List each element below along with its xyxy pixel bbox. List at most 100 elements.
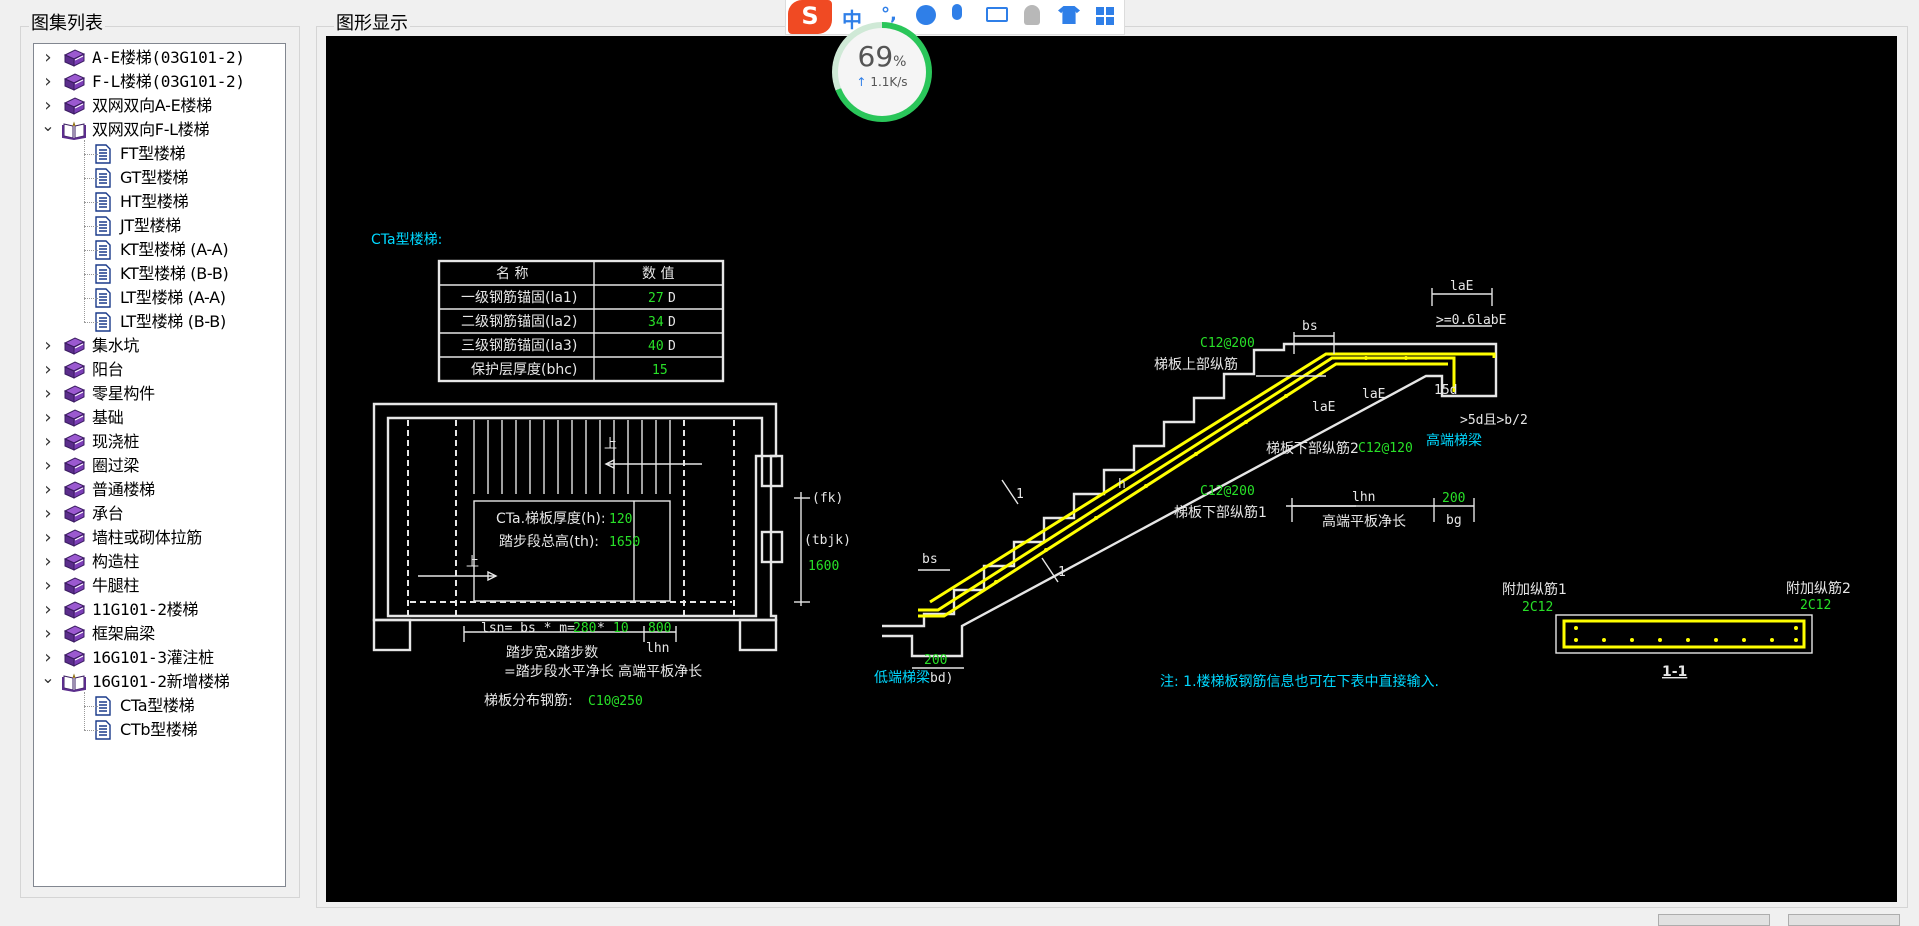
plan-m-value: 10: [613, 621, 629, 636]
tree-leaf[interactable]: JT型楼梯: [34, 214, 285, 238]
chevron-right-icon[interactable]: ›: [40, 409, 56, 427]
section-5d: >5d且>b/2: [1460, 413, 1528, 428]
tree-node[interactable]: › 基础: [34, 406, 285, 430]
dialog-button-2[interactable]: [1788, 914, 1900, 926]
ime-logo-icon[interactable]: S: [788, 0, 832, 34]
skin-icon[interactable]: [1058, 6, 1080, 24]
tree-connector: [84, 298, 98, 299]
chevron-right-icon[interactable]: ›: [40, 601, 56, 619]
tree-leaf[interactable]: KT型楼梯 (A-A): [34, 238, 285, 262]
chevron-right-icon[interactable]: ›: [40, 457, 56, 475]
chevron-right-icon[interactable]: ›: [40, 73, 56, 91]
stair-section-view: bs laE >=0.6labE C12@200 梯板上部纵筋 laE laE …: [874, 279, 1528, 686]
tree-item-label: 阳台: [92, 360, 124, 379]
chevron-right-icon[interactable]: ›: [40, 361, 56, 379]
chevron-right-icon[interactable]: ›: [40, 553, 56, 571]
tree-leaf[interactable]: FT型楼梯: [34, 142, 285, 166]
section-lae-1: laE: [1312, 400, 1335, 415]
tree-leaf[interactable]: LT型楼梯 (B-B): [34, 310, 285, 334]
chevron-right-icon[interactable]: ›: [40, 97, 56, 115]
chevron-right-icon[interactable]: ›: [40, 505, 56, 523]
tree-leaf[interactable]: LT型楼梯 (A-A): [34, 286, 285, 310]
detail-right-value: 2C12: [1800, 598, 1831, 613]
plan-note-1: 踏步宽x踏步数: [506, 644, 598, 661]
tree-item-label: 16G101-3灌注桩: [92, 648, 214, 667]
tree-node[interactable]: › 11G101-2楼梯: [34, 598, 285, 622]
user-icon[interactable]: [1024, 5, 1040, 25]
tree-leaf[interactable]: CTb型楼梯: [34, 718, 285, 742]
section-bottom2-value: C12@120: [1358, 441, 1413, 456]
section-high-beam: 高端梯梁: [1426, 432, 1482, 449]
section-lae-note: >=0.6labE: [1436, 313, 1506, 328]
plan-thickness-value: 120: [609, 512, 632, 527]
detail-left-label: 附加纵筋1: [1502, 581, 1567, 598]
tree-item-label: LT型楼梯 (A-A): [120, 288, 226, 307]
chevron-right-icon[interactable]: ›: [40, 49, 56, 67]
plan-dist-label: 梯板分布钢筋:: [484, 692, 573, 709]
chevron-down-icon[interactable]: ⌄: [40, 669, 56, 687]
chevron-right-icon[interactable]: ›: [40, 481, 56, 499]
table-row-value: 40: [648, 339, 664, 354]
tree-item-label: 零星构件: [92, 384, 155, 403]
svg-text:*: *: [597, 621, 605, 636]
keyboard-icon[interactable]: [986, 7, 1008, 22]
table-row-name: 保护层厚度(bhc): [471, 362, 577, 378]
drawing-title: CTa型楼梯:: [371, 232, 442, 248]
tree-node[interactable]: › 框架扁梁: [34, 622, 285, 646]
tree-node[interactable]: › 牛腿柱: [34, 574, 285, 598]
plan-note-2: =踏步段水平净长 高端平板净长: [504, 663, 702, 680]
tree-node[interactable]: › 双网双向A-E楼梯: [34, 94, 285, 118]
section-low-beam: 低端梯梁: [874, 670, 930, 686]
drawing-note: 注: 1.楼梯板钢筋信息也可在下表中直接输入.: [1160, 673, 1439, 690]
tree-node[interactable]: › 承台: [34, 502, 285, 526]
plan-height-value: 1650: [609, 535, 640, 550]
chevron-down-icon[interactable]: ⌄: [40, 117, 56, 135]
tree-node[interactable]: › 普通楼梯: [34, 478, 285, 502]
chevron-right-icon[interactable]: ›: [40, 577, 56, 595]
chevron-right-icon[interactable]: ›: [40, 529, 56, 547]
book-closed-icon: [62, 576, 86, 596]
tree-item-label: LT型楼梯 (B-B): [120, 312, 226, 331]
dialog-button-1[interactable]: [1658, 914, 1770, 926]
book-closed-icon: [62, 480, 86, 500]
drawing-panel-title: 图形显示: [334, 13, 410, 34]
microphone-icon[interactable]: [952, 4, 962, 20]
drawing-canvas[interactable]: .w{stroke:#e6e6e6;fill:none;stroke-width…: [326, 36, 1897, 902]
speed-rate: 1.1K/s: [870, 75, 908, 89]
tree-node[interactable]: › 圈过梁: [34, 454, 285, 478]
network-speed-widget[interactable]: 69% ↑ 1.1K/s: [832, 22, 932, 122]
chevron-right-icon[interactable]: ›: [40, 625, 56, 643]
tree-item-label: A-E楼梯(03G101-2): [92, 48, 245, 67]
tree-node[interactable]: › A-E楼梯(03G101-2): [34, 46, 285, 70]
section-lae-2: laE: [1362, 387, 1385, 402]
chevron-right-icon[interactable]: ›: [40, 385, 56, 403]
section-top-rebar: C12@200: [1200, 336, 1255, 351]
book-closed-icon: [62, 336, 86, 356]
tree-leaf[interactable]: HT型楼梯: [34, 190, 285, 214]
book-open-icon: [62, 120, 86, 141]
apps-icon[interactable]: [1096, 7, 1114, 25]
plan-tbjk-label: (tbjk): [804, 533, 851, 548]
tree-item-label: 11G101-2楼梯: [92, 600, 199, 619]
table-row-unit: D: [668, 315, 676, 330]
tree-node[interactable]: › 16G101-3灌注桩: [34, 646, 285, 670]
tree-node[interactable]: › 现浇桩: [34, 430, 285, 454]
tree-node[interactable]: › 构造柱: [34, 550, 285, 574]
chevron-right-icon[interactable]: ›: [40, 649, 56, 667]
chevron-right-icon[interactable]: ›: [40, 337, 56, 355]
tree-node[interactable]: › 零星构件: [34, 382, 285, 406]
plan-fk-label: (fk): [812, 491, 843, 506]
table-header-value: 数 值: [642, 266, 674, 282]
tree-node[interactable]: ⌄ 双网双向F-L楼梯: [34, 117, 285, 142]
tree-node[interactable]: › 墙柱或砌体拉筋: [34, 526, 285, 550]
tree-node[interactable]: › F-L楼梯(03G101-2): [34, 70, 285, 94]
drawing-set-tree[interactable]: › A-E楼梯(03G101-2) › F-L楼梯(03G101-2) › 双网双向A-E…: [33, 43, 286, 887]
tree-leaf[interactable]: CTa型楼梯: [34, 694, 285, 718]
tree-leaf[interactable]: KT型楼梯 (B-B): [34, 262, 285, 286]
tree-node[interactable]: › 集水坑: [34, 334, 285, 358]
tree-leaf[interactable]: GT型楼梯: [34, 166, 285, 190]
chevron-right-icon[interactable]: ›: [40, 433, 56, 451]
tree-node[interactable]: ⌄ 16G101-2新增楼梯: [34, 669, 285, 694]
plan-height-label: 踏步段总高(th):: [499, 533, 599, 550]
tree-node[interactable]: › 阳台: [34, 358, 285, 382]
